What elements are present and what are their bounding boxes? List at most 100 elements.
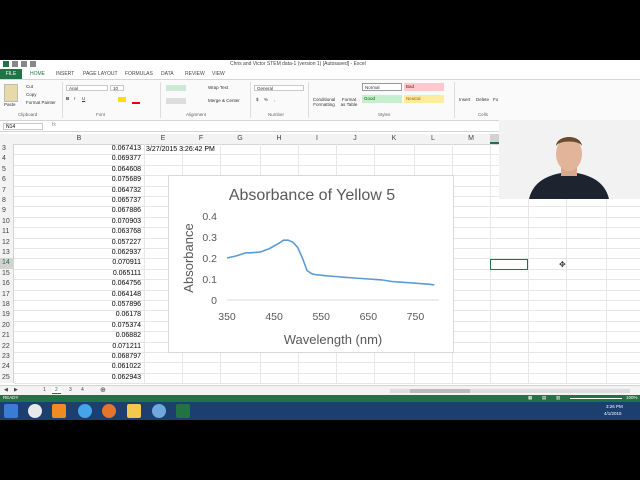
row-header[interactable]: 17 xyxy=(0,289,14,300)
sheet-tab-3[interactable]: 3 xyxy=(66,387,75,393)
cell-b-value[interactable]: 0.067413 xyxy=(112,145,141,152)
cell-b-value[interactable]: 0.064756 xyxy=(112,280,141,287)
cell-b-value[interactable]: 0.06882 xyxy=(116,332,141,339)
align-top-icon[interactable] xyxy=(166,85,186,91)
cell-b-value[interactable]: 0.064608 xyxy=(112,166,141,173)
row-header[interactable]: 6 xyxy=(0,175,14,186)
tab-review[interactable]: REVIEW xyxy=(185,71,205,77)
chrome-icon[interactable] xyxy=(28,404,42,418)
row-header[interactable]: 24 xyxy=(0,362,14,373)
row-header[interactable]: 25 xyxy=(0,372,14,384)
style-bad[interactable]: Bad xyxy=(404,83,444,91)
row-header[interactable]: 16 xyxy=(0,279,14,290)
row-header[interactable]: 3 xyxy=(0,144,14,155)
paste-button[interactable] xyxy=(4,84,18,102)
format-as-table-button[interactable]: Format as Table xyxy=(339,97,359,107)
page-break-icon[interactable]: ▥ xyxy=(556,395,560,401)
internet-explorer-icon[interactable] xyxy=(78,404,92,418)
cell-b-value[interactable]: 0.062943 xyxy=(112,374,141,381)
row-header[interactable]: 7 xyxy=(0,185,14,196)
insert-cells-button[interactable]: Insert xyxy=(459,97,470,102)
cell-b-value[interactable]: 0.061022 xyxy=(112,363,141,370)
merge-center-button[interactable]: Merge & Center xyxy=(208,98,240,103)
cell-b-value[interactable]: 0.071211 xyxy=(112,343,141,350)
tab-data[interactable]: DATA xyxy=(161,71,174,77)
chrome-2-icon[interactable] xyxy=(152,404,166,418)
firefox-icon[interactable] xyxy=(102,404,116,418)
horizontal-scrollbar[interactable] xyxy=(390,389,630,393)
sheet-tab-2[interactable]: 2 xyxy=(52,387,61,394)
row-header[interactable]: 4 xyxy=(0,154,14,165)
cell-b-value[interactable]: 0.065111 xyxy=(113,270,141,277)
cell-b-value[interactable]: 0.070911 xyxy=(112,259,141,266)
tab-home[interactable]: HOME xyxy=(30,71,45,77)
cell-b-value[interactable]: 0.063768 xyxy=(112,228,141,235)
font-name-select[interactable]: Arial xyxy=(66,85,108,91)
tab-formulas[interactable]: FORMULAS xyxy=(125,71,153,77)
italic-button[interactable]: I xyxy=(74,96,75,101)
column-header-f[interactable]: F xyxy=(182,135,220,142)
cell-b-value[interactable]: 0.065737 xyxy=(112,197,141,204)
tab-insert[interactable]: INSERT xyxy=(56,71,74,77)
currency-button[interactable]: $ xyxy=(256,97,259,102)
sheet-nav-prev-icon[interactable]: ◀ xyxy=(4,387,8,393)
undo-icon[interactable] xyxy=(21,61,27,67)
row-header[interactable]: 21 xyxy=(0,331,14,342)
save-icon[interactable] xyxy=(12,61,18,67)
cell-b-value[interactable]: 0.069377 xyxy=(112,155,141,162)
format-cells-button[interactable]: Fo xyxy=(493,97,498,102)
column-header-g[interactable]: G xyxy=(220,135,260,142)
style-normal[interactable]: Normal xyxy=(362,83,402,91)
cell-b-value[interactable]: 0.067886 xyxy=(112,207,141,214)
row-header[interactable]: 14 xyxy=(0,258,14,269)
cut-button[interactable]: Cut xyxy=(26,84,33,89)
start-button-icon[interactable] xyxy=(4,404,18,418)
bold-button[interactable]: B xyxy=(66,96,69,101)
column-header-k[interactable]: K xyxy=(374,135,414,142)
redo-icon[interactable] xyxy=(30,61,36,67)
cell-e3[interactable]: 3/27/2015 3:26:42 PM xyxy=(146,146,215,153)
sheet-tab-1[interactable]: 1 xyxy=(40,387,49,393)
row-header[interactable]: 9 xyxy=(0,206,14,217)
row-header[interactable]: 13 xyxy=(0,248,14,259)
file-explorer-icon[interactable] xyxy=(127,404,141,418)
column-header-m[interactable]: M xyxy=(452,135,490,142)
conditional-formatting-button[interactable]: Conditional Formatting xyxy=(312,97,336,107)
percent-button[interactable]: % xyxy=(264,97,268,102)
tab-view[interactable]: VIEW xyxy=(212,71,225,77)
font-color-icon[interactable] xyxy=(132,97,140,104)
sheet-nav-next-icon[interactable]: ▶ xyxy=(14,387,18,393)
cell-b-value[interactable]: 0.062937 xyxy=(112,249,141,256)
column-header-i[interactable]: I xyxy=(298,135,336,142)
cell-b-value[interactable]: 0.06178 xyxy=(116,311,141,318)
style-good[interactable]: Good xyxy=(362,95,402,103)
cell-b-value[interactable]: 0.064732 xyxy=(112,187,141,194)
cell-b-value[interactable]: 0.070903 xyxy=(112,218,141,225)
page-layout-icon[interactable]: ▤ xyxy=(542,395,546,401)
normal-view-icon[interactable]: ▦ xyxy=(528,395,532,401)
column-header-j[interactable]: J xyxy=(336,135,374,142)
selected-cell-n14[interactable] xyxy=(490,259,528,270)
style-neutral[interactable]: Neutral xyxy=(404,95,444,103)
wrap-text-button[interactable]: Wrap Text xyxy=(208,85,228,90)
row-header[interactable]: 5 xyxy=(0,164,14,176)
row-header[interactable]: 11 xyxy=(0,227,14,238)
tab-file[interactable]: FILE xyxy=(0,69,22,79)
chart-object[interactable]: Absorbance of Yellow 5 Wavelength (nm) Abs… xyxy=(168,175,454,353)
sheet-tab-4[interactable]: 4 xyxy=(78,387,87,393)
row-header[interactable]: 15 xyxy=(0,268,14,280)
column-header-h[interactable]: H xyxy=(260,135,298,142)
scrollbar-thumb[interactable] xyxy=(410,389,470,393)
column-header-b[interactable]: B xyxy=(14,135,144,142)
cell-b-value[interactable]: 0.057896 xyxy=(112,301,141,308)
zoom-level[interactable]: 100% xyxy=(626,395,638,400)
row-header[interactable]: 23 xyxy=(0,352,14,363)
tab-page-layout[interactable]: PAGE LAYOUT xyxy=(83,71,118,77)
cell-b-value[interactable]: 0.075374 xyxy=(112,322,141,329)
number-format-select[interactable]: General xyxy=(254,85,304,91)
delete-cells-button[interactable]: Delete xyxy=(476,97,489,102)
new-sheet-icon[interactable]: ⊕ xyxy=(100,386,106,394)
cell-b-value[interactable]: 0.064148 xyxy=(112,291,141,298)
row-header[interactable]: 8 xyxy=(0,196,14,207)
column-header-e[interactable]: E xyxy=(144,135,182,142)
